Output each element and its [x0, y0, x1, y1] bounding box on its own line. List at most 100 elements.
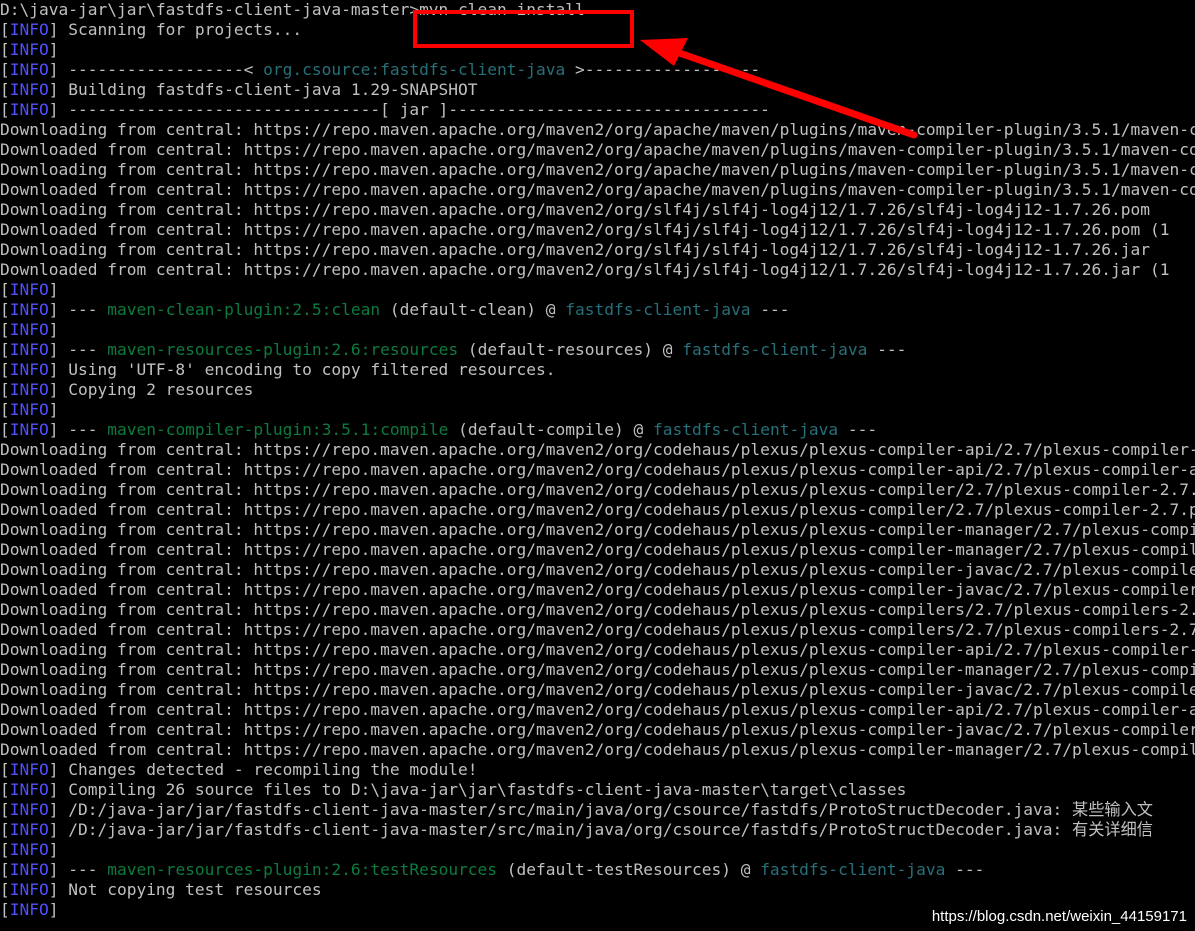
plugin-goal: maven-compiler-plugin:3.5.1:compile: [107, 420, 449, 439]
line-text: [: [0, 100, 10, 119]
line-text: [: [0, 60, 10, 79]
terminal-line: [INFO] Copying 2 resources: [0, 380, 1195, 400]
terminal-line: Downloaded from central: https://repo.ma…: [0, 540, 1195, 560]
line-text: ] Building fastdfs-client-java 1.29-SNAP…: [48, 80, 478, 99]
terminal-line: Downloaded from central: https://repo.ma…: [0, 180, 1195, 200]
log-level-tag: INFO: [9, 360, 49, 379]
terminal-line: Downloaded from central: https://repo.ma…: [0, 500, 1195, 520]
line-text: ] ---: [48, 420, 108, 439]
log-level-tag: INFO: [9, 60, 49, 79]
line-text: ] ---: [48, 340, 108, 359]
line-text: Downloading from central: https://repo.m…: [0, 440, 1195, 459]
line-text: Downloading from central: https://repo.m…: [0, 520, 1195, 539]
line-text: Downloading from central: https://repo.m…: [0, 640, 1195, 659]
plugin-goal: maven-resources-plugin:2.6:testResources: [107, 860, 498, 879]
terminal-line: [INFO]: [0, 400, 1195, 420]
line-text: Downloading from central: https://repo.m…: [0, 240, 1150, 259]
terminal-line: Downloading from central: https://repo.m…: [0, 520, 1195, 540]
terminal-line: [INFO] Changes detected - recompiling th…: [0, 760, 1195, 780]
line-text: Downloaded from central: https://repo.ma…: [0, 580, 1195, 599]
line-text: Downloading from central: https://repo.m…: [0, 560, 1195, 579]
line-text: (default-resources) @: [458, 340, 683, 359]
line-text: ] /D:/java-jar/jar/fastdfs-client-java-m…: [48, 820, 1153, 839]
line-text: ] Copying 2 resources: [48, 380, 254, 399]
project-artifact: fastdfs-client-java: [682, 340, 868, 359]
line-text: [: [0, 280, 10, 299]
line-text: ]: [48, 900, 59, 919]
line-text: ---: [750, 300, 790, 319]
log-level-tag: INFO: [9, 760, 49, 779]
terminal-line: Downloading from central: https://repo.m…: [0, 640, 1195, 660]
line-text: Downloading from central: https://repo.m…: [0, 600, 1195, 619]
line-text: ] Not copying test resources: [48, 880, 322, 899]
line-text: (default-clean) @: [380, 300, 566, 319]
terminal-line: Downloaded from central: https://repo.ma…: [0, 460, 1195, 480]
terminal-line: [INFO] /D:/java-jar/jar/fastdfs-client-j…: [0, 820, 1195, 840]
terminal-line: [INFO] Not copying test resources: [0, 880, 1195, 900]
line-text: [: [0, 800, 10, 819]
log-level-tag: INFO: [9, 20, 49, 39]
line-text: >------------------: [565, 60, 761, 79]
line-text: ]: [48, 320, 59, 339]
terminal-line: Downloading from central: https://repo.m…: [0, 600, 1195, 620]
line-text: Downloaded from central: https://repo.ma…: [0, 740, 1195, 759]
terminal-line: Downloading from central: https://repo.m…: [0, 440, 1195, 460]
line-text: Downloaded from central: https://repo.ma…: [0, 620, 1195, 639]
line-text: ] Using 'UTF-8' encoding to copy filtere…: [48, 360, 556, 379]
project-artifact: fastdfs-client-java: [760, 860, 946, 879]
project-artifact: org.csource:fastdfs-client-java: [263, 60, 566, 79]
line-text: [: [0, 20, 10, 39]
plugin-goal: maven-clean-plugin:2.5:clean: [107, 300, 381, 319]
terminal-line: [INFO] Compiling 26 source files to D:\j…: [0, 780, 1195, 800]
terminal-line: Downloading from central: https://repo.m…: [0, 680, 1195, 700]
log-level-tag: INFO: [9, 80, 49, 99]
terminal-output: D:\java-jar\jar\fastdfs-client-java-mast…: [0, 0, 1195, 931]
log-level-tag: INFO: [9, 420, 49, 439]
line-text: ]: [48, 280, 59, 299]
terminal-line: [INFO]: [0, 320, 1195, 340]
terminal-line: [INFO]: [0, 280, 1195, 300]
line-text: (default-testResources) @: [497, 860, 761, 879]
line-text: ] ---: [48, 300, 108, 319]
project-artifact: fastdfs-client-java: [565, 300, 751, 319]
log-level-tag: INFO: [9, 300, 49, 319]
plugin-goal: maven-resources-plugin:2.6:resources: [107, 340, 459, 359]
line-text: [: [0, 40, 10, 59]
line-text: [: [0, 760, 10, 779]
terminal-line: Downloading from central: https://repo.m…: [0, 480, 1195, 500]
line-text: Downloaded from central: https://repo.ma…: [0, 140, 1195, 159]
line-text: (default-compile) @: [448, 420, 653, 439]
terminal-line: Downloaded from central: https://repo.ma…: [0, 620, 1195, 640]
line-text: Downloaded from central: https://repo.ma…: [0, 180, 1195, 199]
line-text: Downloaded from central: https://repo.ma…: [0, 460, 1195, 479]
line-text: [: [0, 400, 10, 419]
line-text: ] ------------------<: [48, 60, 264, 79]
line-text: [: [0, 860, 10, 879]
log-level-tag: INFO: [9, 780, 49, 799]
line-text: [: [0, 840, 10, 859]
log-level-tag: INFO: [9, 400, 49, 419]
line-text: [: [0, 360, 10, 379]
terminal-line: Downloading from central: https://repo.m…: [0, 200, 1195, 220]
terminal-line: Downloading from central: https://repo.m…: [0, 560, 1195, 580]
log-level-tag: INFO: [9, 820, 49, 839]
terminal-line: [INFO] --- maven-compiler-plugin:3.5.1:c…: [0, 420, 1195, 440]
log-level-tag: INFO: [9, 280, 49, 299]
terminal-line: [INFO] --- maven-resources-plugin:2.6:te…: [0, 860, 1195, 880]
line-text: ] Changes detected - recompiling the mod…: [48, 760, 478, 779]
terminal-line: [INFO] --- maven-resources-plugin:2.6:re…: [0, 340, 1195, 360]
log-level-tag: INFO: [9, 860, 49, 879]
line-text: ]: [48, 40, 59, 59]
log-level-tag: INFO: [9, 880, 49, 899]
line-text: [: [0, 780, 10, 799]
line-text: Downloading from central: https://repo.m…: [0, 200, 1150, 219]
project-artifact: fastdfs-client-java: [653, 420, 839, 439]
line-text: Downloaded from central: https://repo.ma…: [0, 540, 1195, 559]
terminal-line: Downloaded from central: https://repo.ma…: [0, 720, 1195, 740]
line-text: Downloaded from central: https://repo.ma…: [0, 260, 1170, 279]
line-text: Downloaded from central: https://repo.ma…: [0, 500, 1195, 519]
line-text: ] /D:/java-jar/jar/fastdfs-client-java-m…: [48, 800, 1153, 819]
terminal-line: Downloaded from central: https://repo.ma…: [0, 260, 1195, 280]
line-text: [: [0, 320, 10, 339]
line-text: [: [0, 340, 10, 359]
